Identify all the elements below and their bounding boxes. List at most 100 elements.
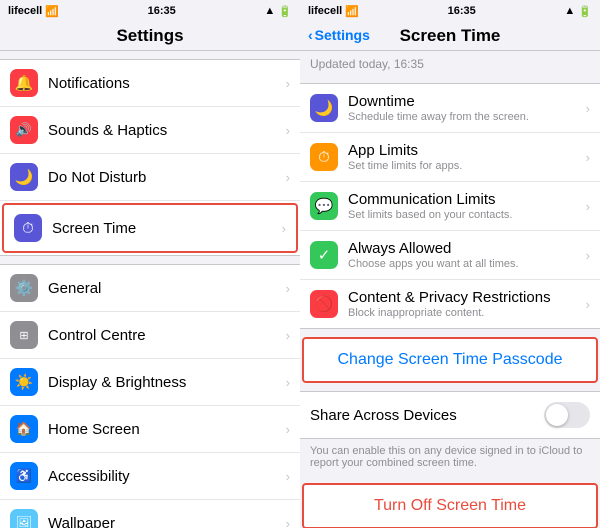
applimits-chevron: ›	[586, 150, 590, 165]
share-info-text: You can enable this on any device signed…	[300, 439, 600, 475]
signal-icon-right: ▲	[564, 5, 575, 17]
wallpaper-chevron: ›	[286, 516, 290, 528]
downtime-icon: 🌙	[310, 94, 338, 122]
applimits-item[interactable]: ⏱ App Limits Set time limits for apps. ›	[300, 133, 600, 182]
section-group-2: ⚙️ General › ⊞ Control Centre › ☀️ Displ…	[0, 264, 300, 528]
homescreen-text: Home Screen	[48, 421, 282, 438]
accessibility-title: Accessibility	[48, 468, 282, 485]
display-item[interactable]: ☀️ Display & Brightness ›	[0, 359, 300, 406]
controlcentre-item[interactable]: ⊞ Control Centre ›	[0, 312, 300, 359]
applimits-title: App Limits	[348, 142, 582, 159]
section-group-1: 🔔 Notifications › 🔊 Sounds & Haptics › 🌙…	[0, 59, 300, 256]
status-left-right: lifecell 📶	[308, 5, 359, 18]
general-title: General	[48, 280, 282, 297]
accessibility-icon: ♿	[10, 462, 38, 490]
donotdisturb-chevron: ›	[286, 170, 290, 185]
screentime-list[interactable]: Updated today, 16:35 🌙 Downtime Schedule…	[300, 51, 600, 528]
homescreen-item[interactable]: 🏠 Home Screen ›	[0, 406, 300, 453]
general-icon: ⚙️	[10, 274, 38, 302]
battery-icon-right: 🔋	[578, 5, 592, 18]
time-left: 16:35	[148, 5, 176, 17]
sounds-chevron: ›	[286, 123, 290, 138]
allowed-text: Always Allowed Choose apps you want at a…	[348, 240, 582, 270]
applimits-subtitle: Set time limits for apps.	[348, 160, 582, 172]
general-chevron: ›	[286, 281, 290, 296]
back-button[interactable]: ‹ Settings	[308, 27, 370, 43]
screentime-section: 🌙 Downtime Schedule time away from the s…	[300, 83, 600, 329]
notifications-item[interactable]: 🔔 Notifications ›	[0, 60, 300, 107]
content-chevron: ›	[586, 297, 590, 312]
settings-list[interactable]: 🔔 Notifications › 🔊 Sounds & Haptics › 🌙…	[0, 51, 300, 528]
toggle-knob	[546, 404, 568, 426]
share-across-label: Share Across Devices	[310, 407, 544, 424]
controlcentre-icon: ⊞	[10, 321, 38, 349]
share-toggle[interactable]	[544, 402, 590, 428]
wallpaper-item[interactable]: 🖼 Wallpaper ›	[0, 500, 300, 528]
sounds-item[interactable]: 🔊 Sounds & Haptics ›	[0, 107, 300, 154]
commlimits-icon: 💬	[310, 192, 338, 220]
right-panel: lifecell 📶 16:35 ▲ 🔋 ‹ Settings Screen T…	[300, 0, 600, 528]
content-icon: 🚫	[310, 290, 338, 318]
change-passcode-button[interactable]: Change Screen Time Passcode	[302, 337, 598, 383]
homescreen-title: Home Screen	[48, 421, 282, 438]
content-text: Content & Privacy Restrictions Block ina…	[348, 289, 582, 319]
wifi-icon-left: 📶	[45, 5, 59, 18]
wallpaper-icon: 🖼	[10, 509, 38, 528]
status-right-left: ▲ 🔋	[264, 5, 292, 18]
downtime-item[interactable]: 🌙 Downtime Schedule time away from the s…	[300, 84, 600, 133]
downtime-text: Downtime Schedule time away from the scr…	[348, 93, 582, 123]
status-bar-left: lifecell 📶 16:35 ▲ 🔋	[0, 0, 300, 20]
homescreen-chevron: ›	[286, 422, 290, 437]
donotdisturb-text: Do Not Disturb	[48, 169, 282, 186]
general-item[interactable]: ⚙️ General ›	[0, 265, 300, 312]
screentime-chevron: ›	[282, 221, 286, 236]
change-passcode-label: Change Screen Time Passcode	[337, 351, 562, 369]
carrier-left: lifecell	[8, 5, 42, 17]
commlimits-title: Communication Limits	[348, 191, 582, 208]
back-label: Settings	[315, 27, 370, 43]
update-info: Updated today, 16:35	[300, 51, 600, 75]
applimits-text: App Limits Set time limits for apps.	[348, 142, 582, 172]
display-chevron: ›	[286, 375, 290, 390]
nav-bar-left: Settings	[0, 20, 300, 51]
time-right: 16:35	[448, 5, 476, 17]
commlimits-text: Communication Limits Set limits based on…	[348, 191, 582, 221]
wifi-icon-right: 📶	[345, 5, 359, 18]
screentime-text: Screen Time	[52, 220, 278, 237]
notifications-text: Notifications	[48, 75, 282, 92]
downtime-title: Downtime	[348, 93, 582, 110]
downtime-chevron: ›	[586, 101, 590, 116]
donotdisturb-title: Do Not Disturb	[48, 169, 282, 186]
accessibility-item[interactable]: ♿ Accessibility ›	[0, 453, 300, 500]
sounds-icon: 🔊	[10, 116, 38, 144]
left-panel: lifecell 📶 16:35 ▲ 🔋 Settings 🔔 Notifica…	[0, 0, 300, 528]
wallpaper-title: Wallpaper	[48, 515, 282, 528]
status-left: lifecell 📶	[8, 5, 59, 18]
back-chevron-icon: ‹	[308, 27, 313, 43]
turn-off-label: Turn Off Screen Time	[374, 497, 526, 515]
screentime-item[interactable]: ⏱ Screen Time ›	[2, 203, 298, 253]
right-nav-title: Screen Time	[400, 26, 501, 45]
sounds-title: Sounds & Haptics	[48, 122, 282, 139]
allowed-subtitle: Choose apps you want at all times.	[348, 258, 582, 270]
notifications-title: Notifications	[48, 75, 282, 92]
content-item[interactable]: 🚫 Content & Privacy Restrictions Block i…	[300, 280, 600, 328]
nav-bar-right: ‹ Settings Screen Time	[300, 20, 600, 51]
donotdisturb-item[interactable]: 🌙 Do Not Disturb ›	[0, 154, 300, 201]
commlimits-item[interactable]: 💬 Communication Limits Set limits based …	[300, 182, 600, 231]
content-subtitle: Block inappropriate content.	[348, 307, 582, 319]
status-bar-right: lifecell 📶 16:35 ▲ 🔋	[300, 0, 600, 20]
turn-off-button[interactable]: Turn Off Screen Time	[302, 483, 598, 528]
controlcentre-text: Control Centre	[48, 327, 282, 344]
accessibility-text: Accessibility	[48, 468, 282, 485]
status-right-right: ▲ 🔋	[564, 5, 592, 18]
screentime-title: Screen Time	[52, 220, 278, 237]
allowed-icon: ✓	[310, 241, 338, 269]
commlimits-subtitle: Set limits based on your contacts.	[348, 209, 582, 221]
share-across-row[interactable]: Share Across Devices	[300, 391, 600, 439]
display-text: Display & Brightness	[48, 374, 282, 391]
allowed-item[interactable]: ✓ Always Allowed Choose apps you want at…	[300, 231, 600, 280]
downtime-subtitle: Schedule time away from the screen.	[348, 111, 582, 123]
donotdisturb-icon: 🌙	[10, 163, 38, 191]
battery-icon-left: 🔋	[278, 5, 292, 18]
